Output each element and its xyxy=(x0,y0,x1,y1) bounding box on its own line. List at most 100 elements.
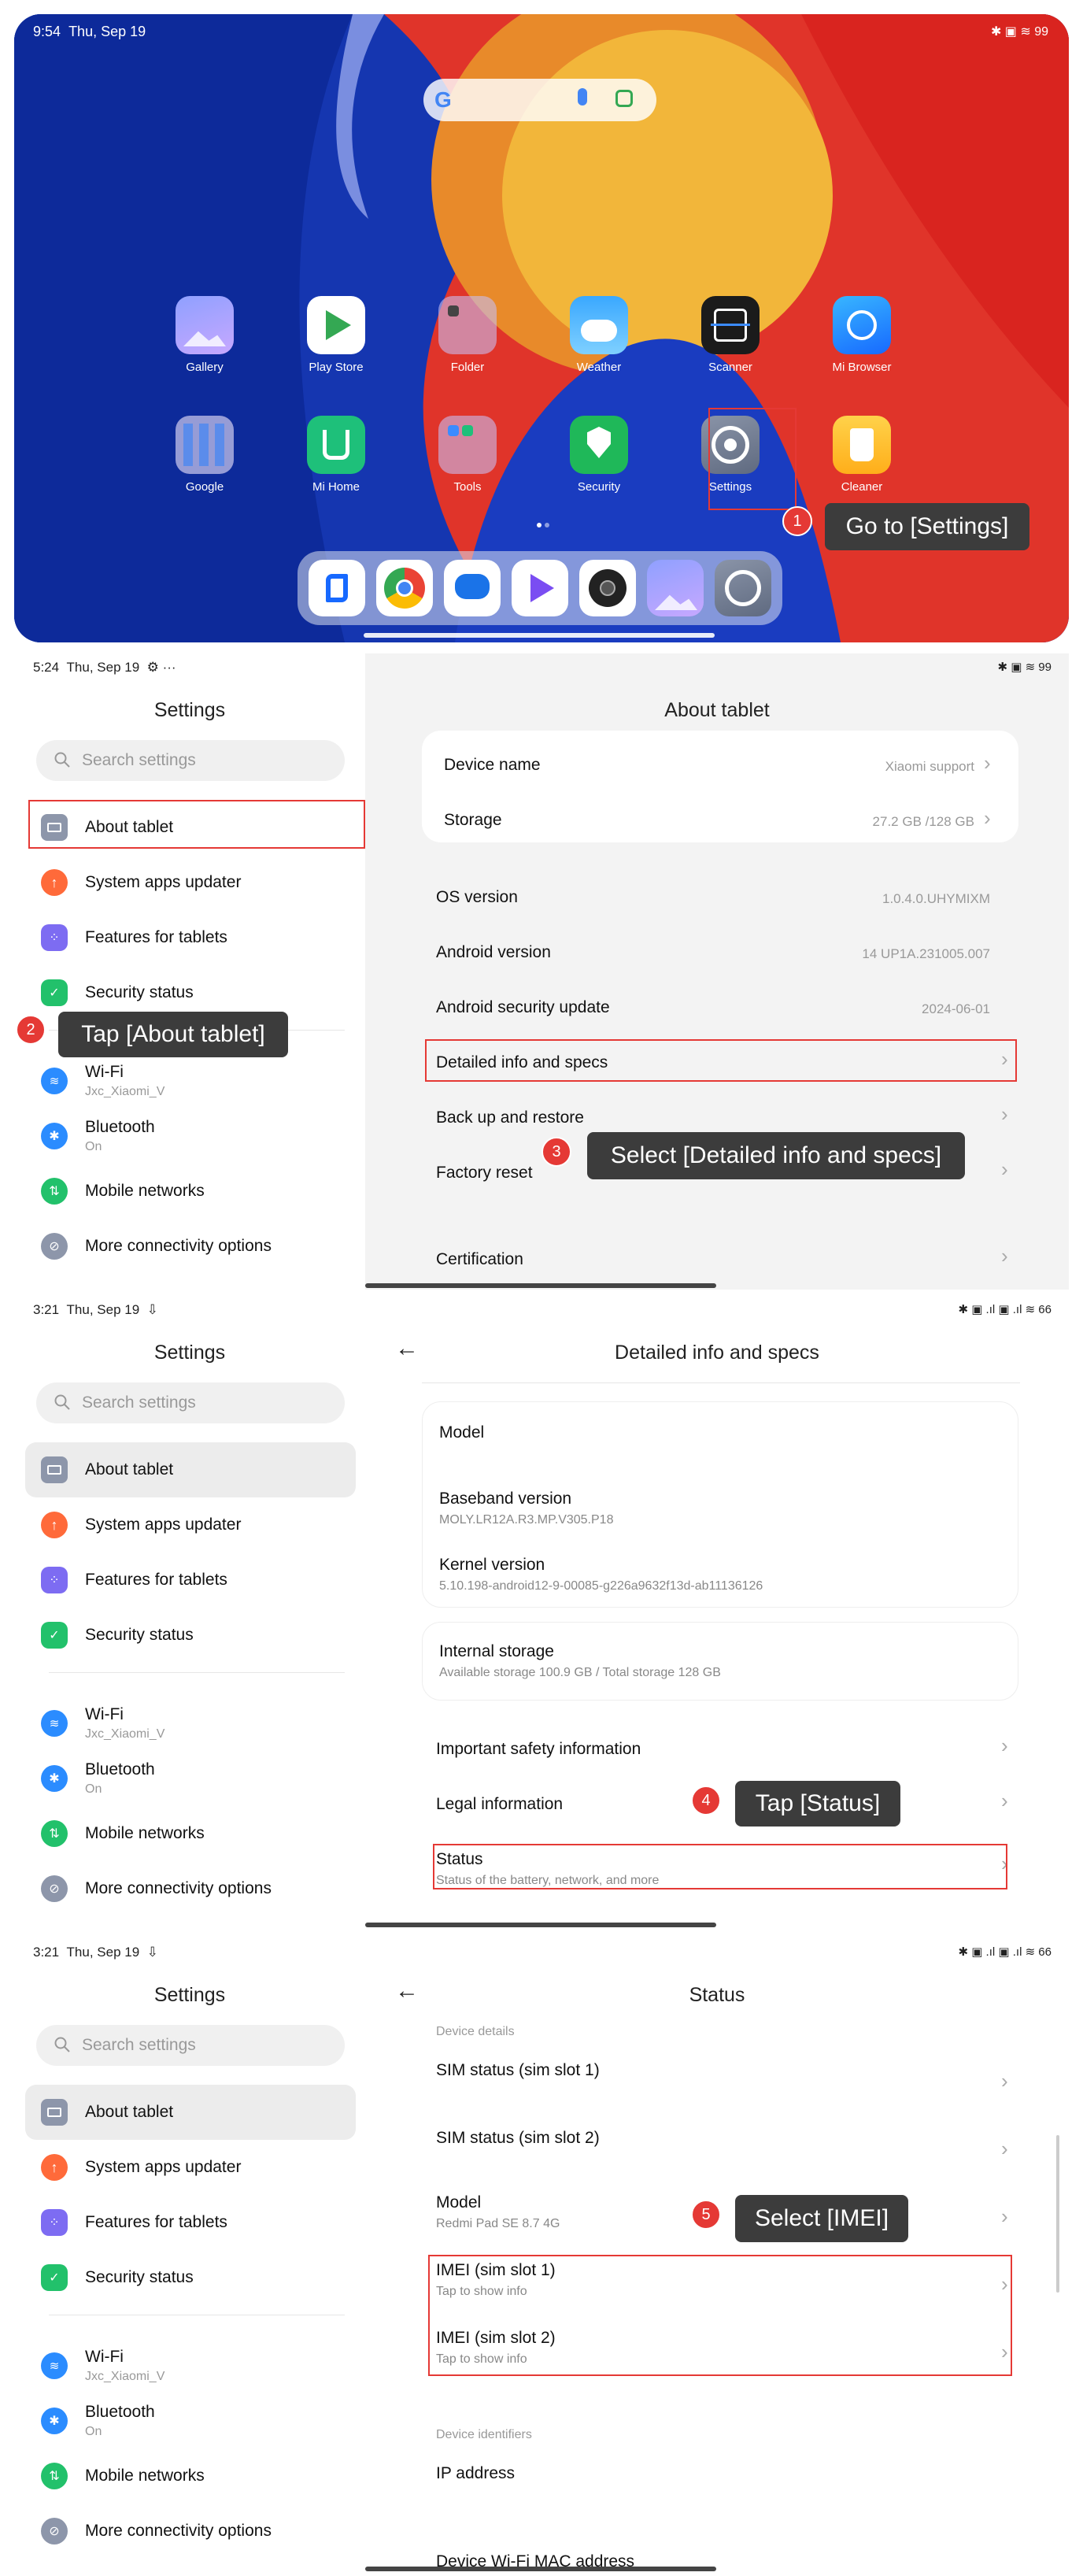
search-settings-input[interactable]: Search settings xyxy=(36,1382,345,1423)
sidebar-item-label: Bluetooth xyxy=(85,1760,155,1778)
sidebar-item-mobile-networks[interactable]: ⇅ Mobile networks xyxy=(25,2448,356,2504)
sidebar-item-features-for-tablets[interactable]: ⁘ Features for tablets xyxy=(25,1553,356,1608)
navigation-bar xyxy=(365,1923,716,1927)
ip-address-item[interactable]: IP address xyxy=(436,2464,515,2483)
sidebar-title: Settings xyxy=(153,1984,226,2006)
sidebar-item-system-apps-updater[interactable]: ↑ System apps updater xyxy=(25,855,356,910)
messages-icon[interactable] xyxy=(444,560,501,616)
step-4-badge: 4 xyxy=(691,1786,721,1815)
search-placeholder: Search settings xyxy=(82,2036,196,2054)
phone-icon[interactable] xyxy=(309,560,365,616)
app-weather[interactable]: Weather xyxy=(536,296,662,374)
sidebar-item-more-connectivity[interactable]: ⊘ More connectivity options xyxy=(25,2504,356,2559)
app-label: Tools xyxy=(453,480,482,494)
scanner-icon xyxy=(701,296,760,354)
tools-folder-icon xyxy=(438,416,497,474)
tablet-icon xyxy=(41,1456,68,1483)
sidebar-item-bluetooth[interactable]: ✱ Bluetooth On xyxy=(25,2393,356,2448)
app-tools[interactable]: Tools xyxy=(405,416,530,494)
app-mi-home[interactable]: Mi Home xyxy=(273,416,399,494)
app-mi-browser[interactable]: Mi Browser xyxy=(799,296,925,374)
sidebar-item-bluetooth[interactable]: ✱ Bluetooth On xyxy=(25,1108,356,1164)
google-g-icon: G xyxy=(434,87,452,112)
page-title: About tablet xyxy=(664,699,770,721)
about-tablet-screen: 5:24 Thu, Sep 19 ⚙ ··· Settings Search s… xyxy=(14,653,1069,1290)
mic-icon[interactable] xyxy=(578,88,587,105)
app-security[interactable]: Security xyxy=(536,416,662,494)
app-folder[interactable]: Folder xyxy=(405,296,530,374)
model-item[interactable]: Model Redmi Pad SE 8.7 4G xyxy=(436,2193,560,2231)
sidebar-item-bluetooth[interactable]: ✱ Bluetooth On xyxy=(25,1751,356,1806)
app-google[interactable]: Google xyxy=(142,416,268,494)
gallery-icon xyxy=(176,296,234,354)
cleaner-icon xyxy=(833,416,891,474)
bluetooth-icon: ✱ xyxy=(41,1123,68,1149)
model-label: Model xyxy=(436,2193,482,2211)
sidebar-item-label: Security status xyxy=(85,2268,194,2286)
sidebar-item-system-apps-updater[interactable]: ↑ System apps updater xyxy=(25,2140,356,2195)
settings-sidebar: 3:21 Thu, Sep 19 ⇩ Settings Search setti… xyxy=(14,1296,365,1932)
page-indicator xyxy=(537,523,549,527)
sidebar-item-wifi[interactable]: ≋ Wi-Fi Jxc_Xiaomi_V xyxy=(25,2338,356,2393)
search-settings-input[interactable]: Search settings xyxy=(36,2025,345,2066)
bluetooth-icon: ✱ xyxy=(41,1765,68,1792)
clock: 9:54 xyxy=(33,24,61,39)
update-arrow-icon: ↑ xyxy=(41,869,68,896)
sidebar-item-about-tablet[interactable]: About tablet xyxy=(25,2085,356,2140)
sim-status-slot-2[interactable]: SIM status (sim slot 2) xyxy=(436,2129,600,2148)
search-icon xyxy=(54,1393,71,1416)
search-placeholder: Search settings xyxy=(82,1393,196,1412)
status-icons: ✱ ▣ ≋ 99 xyxy=(991,24,1048,39)
app-cleaner[interactable]: Cleaner xyxy=(799,416,925,494)
lens-icon[interactable] xyxy=(615,90,633,107)
sim-status-slot-1[interactable]: SIM status (sim slot 1) xyxy=(436,2061,600,2080)
status-bar-time: 9:54 Thu, Sep 19 xyxy=(33,24,146,40)
kernel-block: Kernel version 5.10.198-android12-9-00085… xyxy=(439,1556,763,1593)
sidebar-item-features-for-tablets[interactable]: ⁘ Features for tablets xyxy=(25,2195,356,2250)
search-settings-input[interactable]: Search settings xyxy=(36,740,345,781)
status-screen: 3:21 Thu, Sep 19 ⇩ Settings Search setti… xyxy=(14,1938,1069,2576)
sidebar-item-about-tablet[interactable]: About tablet xyxy=(25,1442,356,1497)
sidebar-item-mobile-networks[interactable]: ⇅ Mobile networks xyxy=(25,1806,356,1861)
browser-icon xyxy=(833,296,891,354)
camera-icon[interactable] xyxy=(579,560,636,616)
device-name-label[interactable]: Device name xyxy=(444,756,541,775)
safety-info-item[interactable]: Important safety information xyxy=(436,1740,641,1759)
internal-storage-value: Available storage 100.9 GB / Total stora… xyxy=(439,1666,721,1679)
play-games-icon[interactable] xyxy=(512,560,568,616)
app-play-store[interactable]: Play Store xyxy=(273,296,399,374)
legal-info-item[interactable]: Legal information xyxy=(436,1795,563,1814)
sidebar-item-label: Security status xyxy=(85,983,194,1001)
sidebar-item-wifi[interactable]: ≋ Wi-Fi Jxc_Xiaomi_V xyxy=(25,1696,356,1751)
app-scanner[interactable]: Scanner xyxy=(667,296,793,374)
scrollbar[interactable] xyxy=(1056,2135,1059,2293)
sidebar-item-features-for-tablets[interactable]: ⁘ Features for tablets xyxy=(25,910,356,965)
date: Thu, Sep 19 xyxy=(68,24,146,39)
certification-item[interactable]: Certification xyxy=(436,1250,523,1269)
detailed-info-content: ✱ ▣ .ıl ▣ .ıl ≋ 66 ← Detailed info and s… xyxy=(365,1296,1069,1932)
sidebar-item-label: Mobile networks xyxy=(85,1824,205,1842)
step-2-badge: 2 xyxy=(16,1015,46,1045)
backup-restore-item[interactable]: Back up and restore xyxy=(436,1108,584,1127)
app-gallery[interactable]: Gallery xyxy=(142,296,268,374)
sidebar-item-security-status[interactable]: ✓ Security status xyxy=(25,2250,356,2305)
os-version-value: 1.0.4.0.UHYMIXM xyxy=(882,891,990,906)
sidebar-item-label: About tablet xyxy=(85,2103,174,2121)
sidebar-item-wifi[interactable]: ≋ Wi-Fi Jxc_Xiaomi_V xyxy=(25,1053,356,1108)
sidebar-item-security-status[interactable]: ✓ Security status xyxy=(25,1608,356,1663)
google-search-bar[interactable]: G xyxy=(423,79,656,121)
chevron-right-icon: › xyxy=(1001,1734,1008,1757)
settings-dock-icon[interactable] xyxy=(715,560,771,616)
search-icon xyxy=(54,2036,71,2058)
sidebar-item-more-connectivity[interactable]: ⊘ More connectivity options xyxy=(25,1219,356,1274)
storage-label[interactable]: Storage xyxy=(444,811,502,830)
model-label: Model xyxy=(439,1423,485,1442)
status-icons: ✱ ▣ .ıl ▣ .ıl ≋ 66 xyxy=(958,1945,1052,1959)
sidebar-item-mobile-networks[interactable]: ⇅ Mobile networks xyxy=(25,1164,356,1219)
sidebar-item-label: Features for tablets xyxy=(85,928,227,946)
chrome-icon[interactable] xyxy=(376,560,433,616)
gallery-dock-icon[interactable] xyxy=(647,560,704,616)
sidebar-item-more-connectivity[interactable]: ⊘ More connectivity options xyxy=(25,1861,356,1916)
sidebar-item-system-apps-updater[interactable]: ↑ System apps updater xyxy=(25,1497,356,1553)
factory-reset-item[interactable]: Factory reset xyxy=(436,1164,533,1183)
